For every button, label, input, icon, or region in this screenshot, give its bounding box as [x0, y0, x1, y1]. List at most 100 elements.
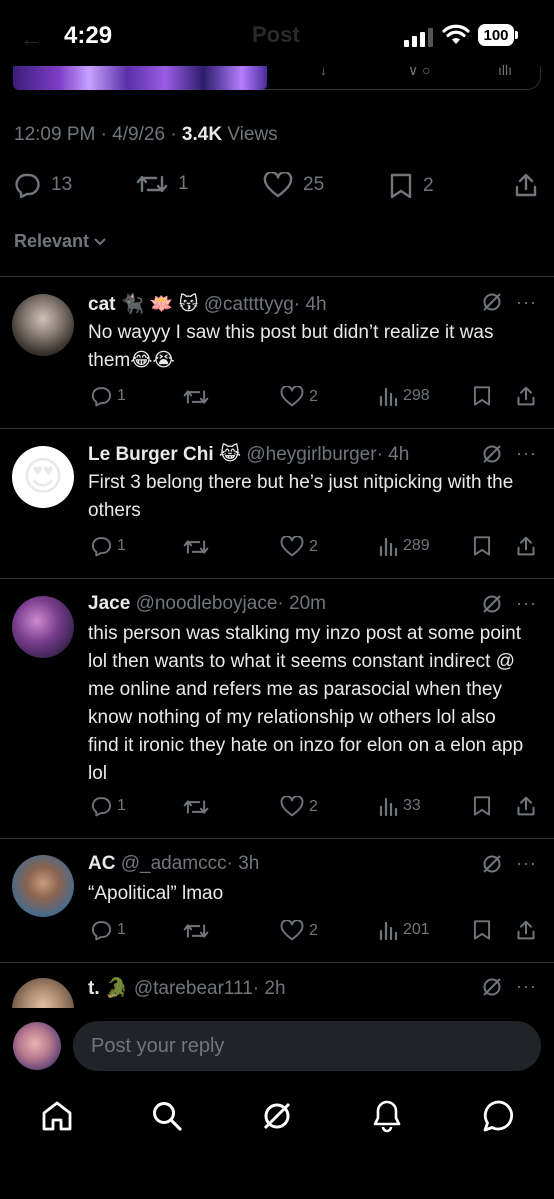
view-count: 33	[403, 797, 421, 814]
bookmark-icon	[473, 536, 491, 556]
views-chart-icon	[379, 537, 398, 556]
reply-button[interactable]: 1	[90, 919, 126, 941]
avatar[interactable]	[12, 855, 74, 917]
search-icon[interactable]	[151, 1100, 183, 1132]
cellular-signal-icon	[404, 28, 433, 47]
repost-button[interactable]: 1	[136, 172, 189, 196]
post-media-image[interactable]	[13, 66, 267, 90]
grok-icon[interactable]	[482, 444, 502, 464]
heart-icon	[280, 536, 304, 557]
display-name[interactable]: cat	[88, 294, 115, 315]
reply-button[interactable]: 13	[13, 172, 72, 198]
more-options-icon[interactable]: ···	[516, 593, 537, 614]
repost-button[interactable]	[183, 921, 209, 941]
repost-button[interactable]	[183, 797, 209, 817]
heart-icon	[263, 172, 293, 198]
bookmark-count: 2	[423, 175, 434, 196]
more-options-icon[interactable]: ···	[516, 853, 537, 874]
name-emoji: 😹	[218, 444, 242, 465]
repost-icon	[183, 390, 209, 404]
download-icon: ↓	[320, 62, 327, 78]
divider	[0, 838, 554, 839]
sort-dropdown[interactable]: Relevant	[14, 231, 107, 252]
reply-input[interactable]	[73, 1021, 541, 1071]
more-options-icon[interactable]: ···	[516, 976, 537, 997]
more-options-icon[interactable]: ···	[516, 292, 537, 313]
grok-icon[interactable]	[482, 594, 502, 614]
reply-count: 1	[117, 797, 126, 814]
reply-text: “Apolitical” lmao	[88, 883, 224, 904]
my-avatar[interactable]	[13, 1022, 61, 1070]
reply-text: First 3 belong there but he’s just nitpi…	[88, 472, 514, 521]
view-count: 289	[403, 537, 430, 554]
bookmark-icon	[473, 796, 491, 816]
grok-icon[interactable]	[261, 1100, 293, 1132]
display-name[interactable]: t.	[88, 978, 100, 999]
more-options-icon[interactable]: ···	[516, 443, 537, 464]
like-button[interactable]: 25	[263, 172, 324, 198]
views-chart-icon	[379, 921, 398, 940]
user-handle[interactable]: @heygirlburger	[246, 444, 376, 465]
bookmark-button[interactable]	[472, 385, 492, 407]
battery-indicator: 100	[478, 24, 514, 46]
like-button[interactable]: 2	[280, 386, 318, 407]
user-handle[interactable]: @noodleboyjace	[136, 593, 278, 614]
views-button[interactable]: 201	[378, 920, 430, 940]
repost-icon	[183, 540, 209, 554]
share-icon	[517, 920, 535, 940]
share-button[interactable]	[516, 919, 536, 941]
display-name[interactable]: Le Burger Chi	[88, 444, 214, 465]
home-icon[interactable]	[40, 1100, 74, 1132]
user-handle[interactable]: @tarebear111	[134, 978, 253, 999]
views-button[interactable]: 289	[378, 536, 430, 556]
reply-button[interactable]: 1	[90, 795, 126, 817]
views-button[interactable]: 298	[378, 386, 430, 406]
views-chart-icon	[379, 797, 398, 816]
like-count: 2	[309, 387, 318, 405]
bookmark-button[interactable]	[472, 795, 492, 817]
like-count: 2	[309, 797, 318, 815]
messages-icon[interactable]	[482, 1099, 516, 1133]
grok-icon[interactable]	[482, 854, 502, 874]
grok-icon[interactable]	[482, 292, 502, 312]
notifications-bell-icon[interactable]	[372, 1099, 402, 1133]
bookmark-button[interactable]	[472, 919, 492, 941]
avatar[interactable]	[12, 294, 74, 356]
divider	[0, 428, 554, 429]
share-icon	[517, 536, 535, 556]
like-button[interactable]: 2	[280, 920, 318, 941]
display-name[interactable]: Jace	[88, 593, 130, 614]
bookmark-icon	[473, 386, 491, 406]
share-button[interactable]	[514, 172, 538, 198]
reply-text: No wayyy I saw this post but didn’t real…	[88, 322, 494, 371]
reply-button[interactable]: 1	[90, 385, 126, 407]
avatar[interactable]	[12, 596, 74, 658]
bookmark-button[interactable]: 2	[389, 172, 434, 200]
views-button[interactable]: 33	[378, 796, 421, 816]
like-count: 2	[309, 921, 318, 939]
reply-time: · 3h	[226, 853, 260, 874]
share-button[interactable]	[516, 385, 536, 407]
user-handle[interactable]: @_adamccc	[121, 853, 227, 874]
heart-icon	[280, 386, 304, 407]
reply-icon	[91, 387, 111, 407]
divider	[0, 962, 554, 963]
heart-icon	[280, 920, 304, 941]
bookmark-button[interactable]	[472, 535, 492, 557]
repost-button[interactable]	[183, 537, 209, 557]
reply-header: AC @_adamccc· 3h	[88, 853, 259, 875]
share-button[interactable]	[516, 535, 536, 557]
sort-label: Relevant	[14, 231, 90, 251]
like-button[interactable]: 2	[280, 796, 318, 817]
like-button[interactable]: 2	[280, 536, 318, 557]
reply-button[interactable]: 1	[90, 535, 126, 557]
display-name[interactable]: AC	[88, 853, 115, 874]
repost-button[interactable]	[183, 387, 209, 407]
avatar[interactable]: 😍	[12, 446, 74, 508]
grok-icon[interactable]	[482, 977, 502, 997]
reply-time: · 4h	[376, 444, 410, 465]
reply-text: this person was stalking my inzo post at…	[88, 623, 524, 784]
bookmark-icon	[473, 920, 491, 940]
user-handle[interactable]: @cattttyyg	[204, 294, 294, 315]
share-button[interactable]	[516, 795, 536, 817]
